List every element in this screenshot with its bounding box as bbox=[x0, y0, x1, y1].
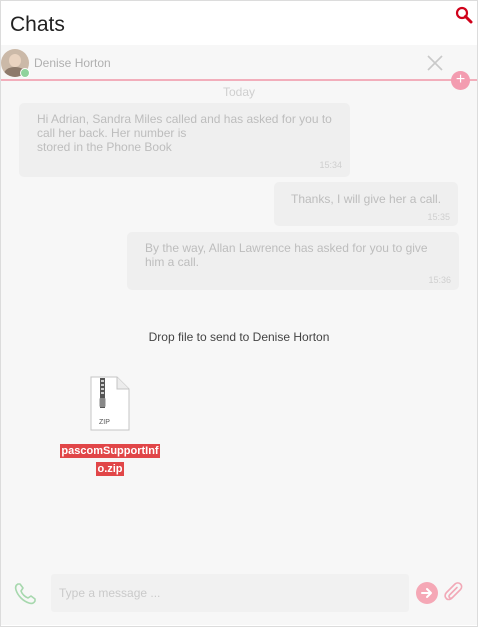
message-bubble: Thanks, I will give her a call. 15:35 bbox=[274, 182, 458, 226]
send-arrow-icon[interactable] bbox=[416, 582, 438, 604]
contact-bar: Denise Horton bbox=[1, 45, 477, 81]
presence-indicator bbox=[20, 68, 30, 78]
close-icon[interactable] bbox=[427, 55, 443, 71]
message-time: 15:34 bbox=[319, 160, 342, 170]
message-text: By the way, Allan Lawrence has asked for… bbox=[145, 241, 428, 269]
message-text: Hi Adrian, Sandra Miles called and has a… bbox=[37, 112, 332, 154]
paperclip-icon[interactable] bbox=[443, 581, 465, 605]
file-name: pascomSupportInf o.zip bbox=[57, 441, 163, 477]
message-text: Thanks, I will give her a call. bbox=[291, 192, 442, 206]
search-icon[interactable] bbox=[455, 6, 473, 24]
message-input[interactable] bbox=[51, 574, 409, 612]
contact-name: Denise Horton bbox=[34, 56, 111, 70]
drop-zone-label: Drop file to send to Denise Horton bbox=[148, 330, 330, 344]
file-name-line: pascomSupportInf bbox=[60, 444, 160, 458]
page-title: Chats bbox=[10, 13, 65, 36]
header: Chats bbox=[1, 1, 477, 45]
zip-file-icon: ZIP bbox=[89, 376, 131, 432]
composer bbox=[1, 560, 477, 625]
message-time: 15:36 bbox=[428, 275, 451, 285]
message-bubble: By the way, Allan Lawrence has asked for… bbox=[127, 232, 459, 290]
file-type-label: ZIP bbox=[99, 419, 110, 426]
phone-icon[interactable] bbox=[13, 582, 37, 606]
chat-panel: Denise Horton + Today Hi Adrian, Sandra … bbox=[1, 45, 477, 625]
file-name-line: o.zip bbox=[96, 462, 124, 476]
message-time: 15:35 bbox=[427, 212, 450, 222]
day-separator: Today bbox=[222, 85, 256, 99]
message-bubble: Hi Adrian, Sandra Miles called and has a… bbox=[19, 103, 350, 177]
